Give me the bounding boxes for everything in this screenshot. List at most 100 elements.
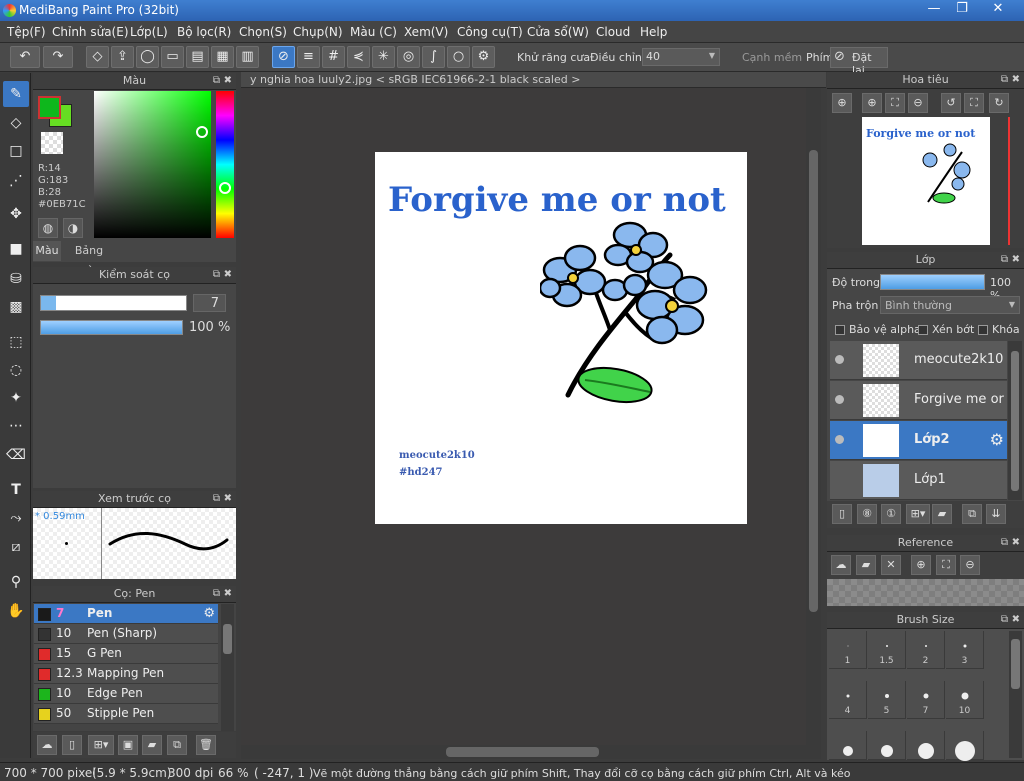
menu-filter[interactable]: Bộ lọc(R) [177,25,231,39]
brush-size-cell[interactable] [907,731,945,760]
export-icon[interactable]: ⇪ [111,46,134,68]
visibility-icon[interactable] [835,355,844,364]
zoom-in-icon[interactable]: ⊕ [911,555,931,575]
eraser-clear-icon[interactable]: ◇ [86,46,109,68]
visibility-icon[interactable] [835,395,844,404]
select-eraser-tool-icon[interactable]: ⌫ [3,442,29,468]
redo-icon[interactable]: ↷ [43,46,73,68]
brush-size-cell[interactable]: 1 [829,631,867,669]
grid-snap-icon[interactable]: # [322,46,345,68]
panel-layout-icon[interactable]: ▦ [211,46,234,68]
tab-color[interactable]: Màu [33,241,61,261]
magic-wand-tool-icon[interactable]: ✦ [3,385,29,411]
foreground-color-swatch[interactable] [38,96,61,119]
panel-close-icon[interactable]: ✖ [1012,612,1020,628]
lock-checkbox[interactable] [978,325,988,335]
reference-canvas[interactable] [827,579,1024,606]
undock-icon[interactable]: ⧉ [213,267,220,283]
brush-size-cell[interactable]: 5 [868,681,906,719]
gradient-tool-icon[interactable]: ▩ [3,294,29,320]
document-tab[interactable]: y nghia hoa luuly2.jpg < sRGB IEC61966-2… [241,72,826,88]
layer-row-meocute[interactable]: meocute2k10 [830,341,1007,380]
panel-close-icon[interactable]: ✖ [1012,72,1020,88]
eraser-tool-icon[interactable]: ◇ [3,110,29,136]
new-layer-icon[interactable]: ▯ [832,504,852,524]
zoom-out-icon[interactable]: ⊖ [908,93,928,113]
brush-item-edge-pen[interactable]: 10 Edge Pen [34,684,218,704]
scrollbar-thumb[interactable] [1011,639,1020,689]
brush-opacity-slider[interactable] [40,320,183,335]
panel-close-icon[interactable]: ✖ [224,491,232,507]
menu-color[interactable]: Màu (C) [350,25,397,39]
palette-icon[interactable]: ◍ [38,218,58,238]
radial-snap-icon[interactable]: ✳ [372,46,395,68]
saturation-value-picker[interactable] [94,91,211,238]
zoom-in-2-icon[interactable]: ⊕ [862,93,882,113]
brush-size-scrollbar[interactable] [1009,631,1022,758]
zoom-in-icon[interactable]: ⊕ [832,93,852,113]
undock-icon[interactable]: ⧉ [213,586,220,602]
parallel-snap-icon[interactable]: ≡ [297,46,320,68]
menu-tools[interactable]: Công cụ(T) [457,25,523,39]
brush-size-cell[interactable] [868,731,906,760]
fill-rect-tool-icon[interactable]: ■ [3,236,29,262]
layer-row-lop1[interactable]: Lớp1 [830,461,1007,500]
page-icon[interactable]: ▤ [186,46,209,68]
brush-size-cell[interactable]: 4 [829,681,867,719]
brush-size-slider[interactable] [40,295,187,311]
reset-button[interactable]: ⊘ Đặt lại [830,47,888,77]
speech-bubble-icon[interactable]: ◯ [136,46,159,68]
blend-mode-select[interactable]: Bình thường ▼ [880,296,1020,314]
scrollbar-thumb[interactable] [223,624,232,654]
grid-layout-icon[interactable]: ▥ [236,46,259,68]
move-tool-icon[interactable]: ✥ [3,201,29,227]
folder-icon[interactable]: ▰ [142,735,162,755]
rectangle-tool-icon[interactable]: □ [3,138,29,164]
text-bubble-icon[interactable]: ▭ [161,46,184,68]
brush-item-pen-sharp[interactable]: 10 Pen (Sharp) [34,624,218,644]
gear-icon[interactable]: ⚙ [203,606,215,621]
palette-add-icon[interactable]: ◑ [63,218,83,238]
operation-tool-icon[interactable]: ⤳ [3,505,29,531]
trash-icon[interactable]: 🗑 [196,735,216,755]
scrollbar-thumb[interactable] [446,747,599,757]
canvas-vertical-scrollbar[interactable] [806,88,821,745]
menu-edit[interactable]: Chỉnh sửa(E) [52,25,129,39]
menu-layer[interactable]: Lớp(L) [130,25,168,39]
visibility-icon[interactable] [835,435,844,444]
undock-icon[interactable]: ⧉ [213,73,220,89]
dot-tool-icon[interactable]: ⋰ [3,168,29,194]
panel-close-icon[interactable]: ✖ [224,267,232,283]
perspective-snap-icon[interactable]: ⋞ [347,46,370,68]
close-button[interactable]: ✕ [984,0,1012,18]
brush-tool-icon[interactable]: ✎ [3,81,29,107]
fit-window-icon[interactable]: ⛶ [885,93,905,113]
add-layer-menu-icon[interactable]: ⊞▾ [906,504,930,524]
snap-off-icon[interactable]: ⊘ [272,46,295,68]
maximize-button[interactable]: ❐ [948,0,976,18]
menu-cloud[interactable]: Cloud [596,25,630,39]
panel-close-icon[interactable]: ✖ [224,586,232,602]
select-pen-tool-icon[interactable]: ⋯ [3,413,29,439]
brush-settings-icon[interactable]: ▣ [118,735,138,755]
panel-close-icon[interactable]: ✖ [1012,535,1020,551]
brush-item-stipple-pen[interactable]: 50 Stipple Pen [34,704,218,724]
gear-icon[interactable]: ⚙ [990,430,1004,449]
hue-slider[interactable] [216,91,234,238]
panel-close-icon[interactable]: ✖ [224,73,232,89]
protect-alpha-checkbox[interactable] [835,325,845,335]
brush-size-cell[interactable] [946,731,984,761]
new-1bit-layer-icon[interactable]: ① [881,504,901,524]
duplicate-layer-icon[interactable]: ⧉ [962,504,982,524]
brush-size-cell[interactable]: 7 [907,681,945,719]
zoom-out-icon[interactable]: ⊖ [960,555,980,575]
hue-slider-handle[interactable] [219,182,231,194]
scrollbar-thumb[interactable] [809,150,818,612]
canvas-paper[interactable]: Forgive me or not meocute2k10 #hd247 [375,152,747,524]
rotate-left-icon[interactable]: ↺ [941,93,961,113]
eyedropper-tool-icon[interactable]: ⚲ [3,569,29,595]
brush-size-cell[interactable] [829,731,867,760]
undock-icon[interactable]: ⧉ [1001,252,1008,268]
layer-row-forgive[interactable]: Forgive me or not [830,381,1007,420]
navigator-thumbnail[interactable]: Forgive me or not [862,117,990,245]
